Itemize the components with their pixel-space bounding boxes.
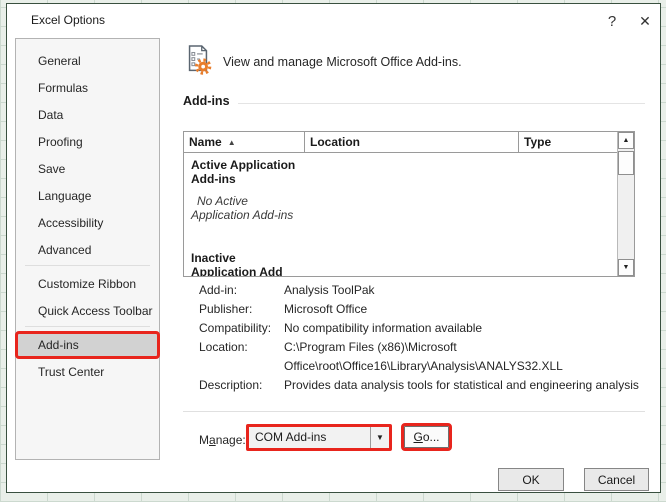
- sidebar-item-save[interactable]: Save: [17, 157, 158, 181]
- column-label-name: Name: [189, 135, 222, 149]
- go-button-post: o...: [423, 430, 440, 444]
- addins-document-gear-icon: [183, 44, 213, 76]
- close-button[interactable]: ✕: [632, 9, 658, 33]
- scroll-down-button[interactable]: ▼: [618, 259, 634, 276]
- detail-value-location: C:\Program Files (x86)\Microsoft Office\…: [284, 338, 645, 376]
- excel-options-dialog: Excel Options ? ✕ General Formulas Data …: [6, 3, 661, 493]
- sidebar-separator: [25, 326, 150, 327]
- content-separator: [183, 411, 645, 412]
- addin-details: Add-in: Analysis ToolPak Publisher: Micr…: [199, 281, 645, 395]
- help-button[interactable]: ?: [599, 9, 625, 33]
- manage-label-post: nage:: [216, 433, 246, 447]
- section-title: Add-ins: [183, 94, 230, 108]
- sidebar-item-proofing[interactable]: Proofing: [17, 130, 158, 154]
- sidebar-item-quick-access-toolbar[interactable]: Quick Access Toolbar: [17, 299, 158, 323]
- sidebar-item-trust-center[interactable]: Trust Center: [17, 360, 158, 384]
- group-entry-no-active: No Active Application Add-ins: [191, 194, 309, 222]
- manage-label: Manage:: [199, 430, 246, 451]
- table-scrollbar[interactable]: ▲ ▼: [617, 132, 634, 276]
- dialog-title: Excel Options: [31, 13, 105, 27]
- column-header-location[interactable]: Location: [305, 132, 519, 152]
- detail-value-compatibility: No compatibility information available: [284, 319, 645, 338]
- column-header-type[interactable]: Type: [519, 132, 617, 152]
- sort-ascending-icon: ▲: [228, 138, 236, 147]
- help-icon: ?: [608, 13, 616, 30]
- cancel-button[interactable]: Cancel: [584, 468, 649, 491]
- sidebar-item-advanced[interactable]: Advanced: [17, 238, 158, 262]
- page-description: View and manage Microsoft Office Add-ins…: [223, 55, 462, 69]
- manage-label-accel: a: [209, 433, 216, 447]
- table-header: Name ▲ Location Type: [184, 132, 617, 153]
- scroll-up-icon: ▲: [623, 137, 630, 144]
- close-icon: ✕: [639, 13, 651, 30]
- detail-value-publisher: Microsoft Office: [284, 300, 645, 319]
- manage-dropdown-value: COM Add-ins: [249, 427, 370, 448]
- sidebar-item-general[interactable]: General: [17, 49, 158, 73]
- sidebar-item-formulas[interactable]: Formulas: [17, 76, 158, 100]
- scroll-up-button[interactable]: ▲: [618, 132, 634, 149]
- cancel-button-label: Cancel: [598, 473, 635, 487]
- detail-value-addin: Analysis ToolPak: [284, 281, 645, 300]
- detail-value-description: Provides data analysis tools for statist…: [284, 376, 645, 395]
- sidebar-item-data[interactable]: Data: [17, 103, 158, 127]
- go-button-accel: G: [413, 430, 422, 444]
- chevron-down-icon: ▼: [376, 433, 384, 442]
- group-title-inactive: Inactive Application Add: [191, 251, 309, 276]
- scrollbar-thumb[interactable]: [618, 151, 634, 175]
- sidebar-item-add-ins[interactable]: Add-ins: [17, 333, 158, 357]
- sidebar-item-customize-ribbon[interactable]: Customize Ribbon: [17, 272, 158, 296]
- column-header-name[interactable]: Name ▲: [184, 132, 305, 152]
- options-nav-sidebar: General Formulas Data Proofing Save Lang…: [15, 38, 160, 460]
- detail-label-compatibility: Compatibility:: [199, 319, 284, 338]
- detail-label-description: Description:: [199, 376, 284, 395]
- table-body: Active Application Add-ins No Active App…: [184, 153, 617, 276]
- detail-label-publisher: Publisher:: [199, 300, 284, 319]
- dropdown-arrow-button[interactable]: ▼: [370, 427, 389, 448]
- section-rule: [238, 103, 645, 104]
- manage-dropdown[interactable]: COM Add-ins ▼: [246, 424, 392, 451]
- group-title-active: Active Application Add-ins: [191, 158, 309, 186]
- go-button[interactable]: Go...: [404, 426, 449, 448]
- detail-label-location: Location:: [199, 338, 284, 376]
- manage-label-pre: M: [199, 433, 209, 447]
- ok-button[interactable]: OK: [498, 468, 564, 491]
- sidebar-item-accessibility[interactable]: Accessibility: [17, 211, 158, 235]
- excel-background: Excel Options ? ✕ General Formulas Data …: [0, 0, 666, 502]
- sidebar-separator: [25, 265, 150, 266]
- addins-table: Name ▲ Location Type Active Application …: [183, 131, 635, 277]
- sidebar-item-language[interactable]: Language: [17, 184, 158, 208]
- ok-button-label: OK: [522, 473, 539, 487]
- scroll-down-icon: ▼: [623, 264, 630, 271]
- detail-label-addin: Add-in:: [199, 281, 284, 300]
